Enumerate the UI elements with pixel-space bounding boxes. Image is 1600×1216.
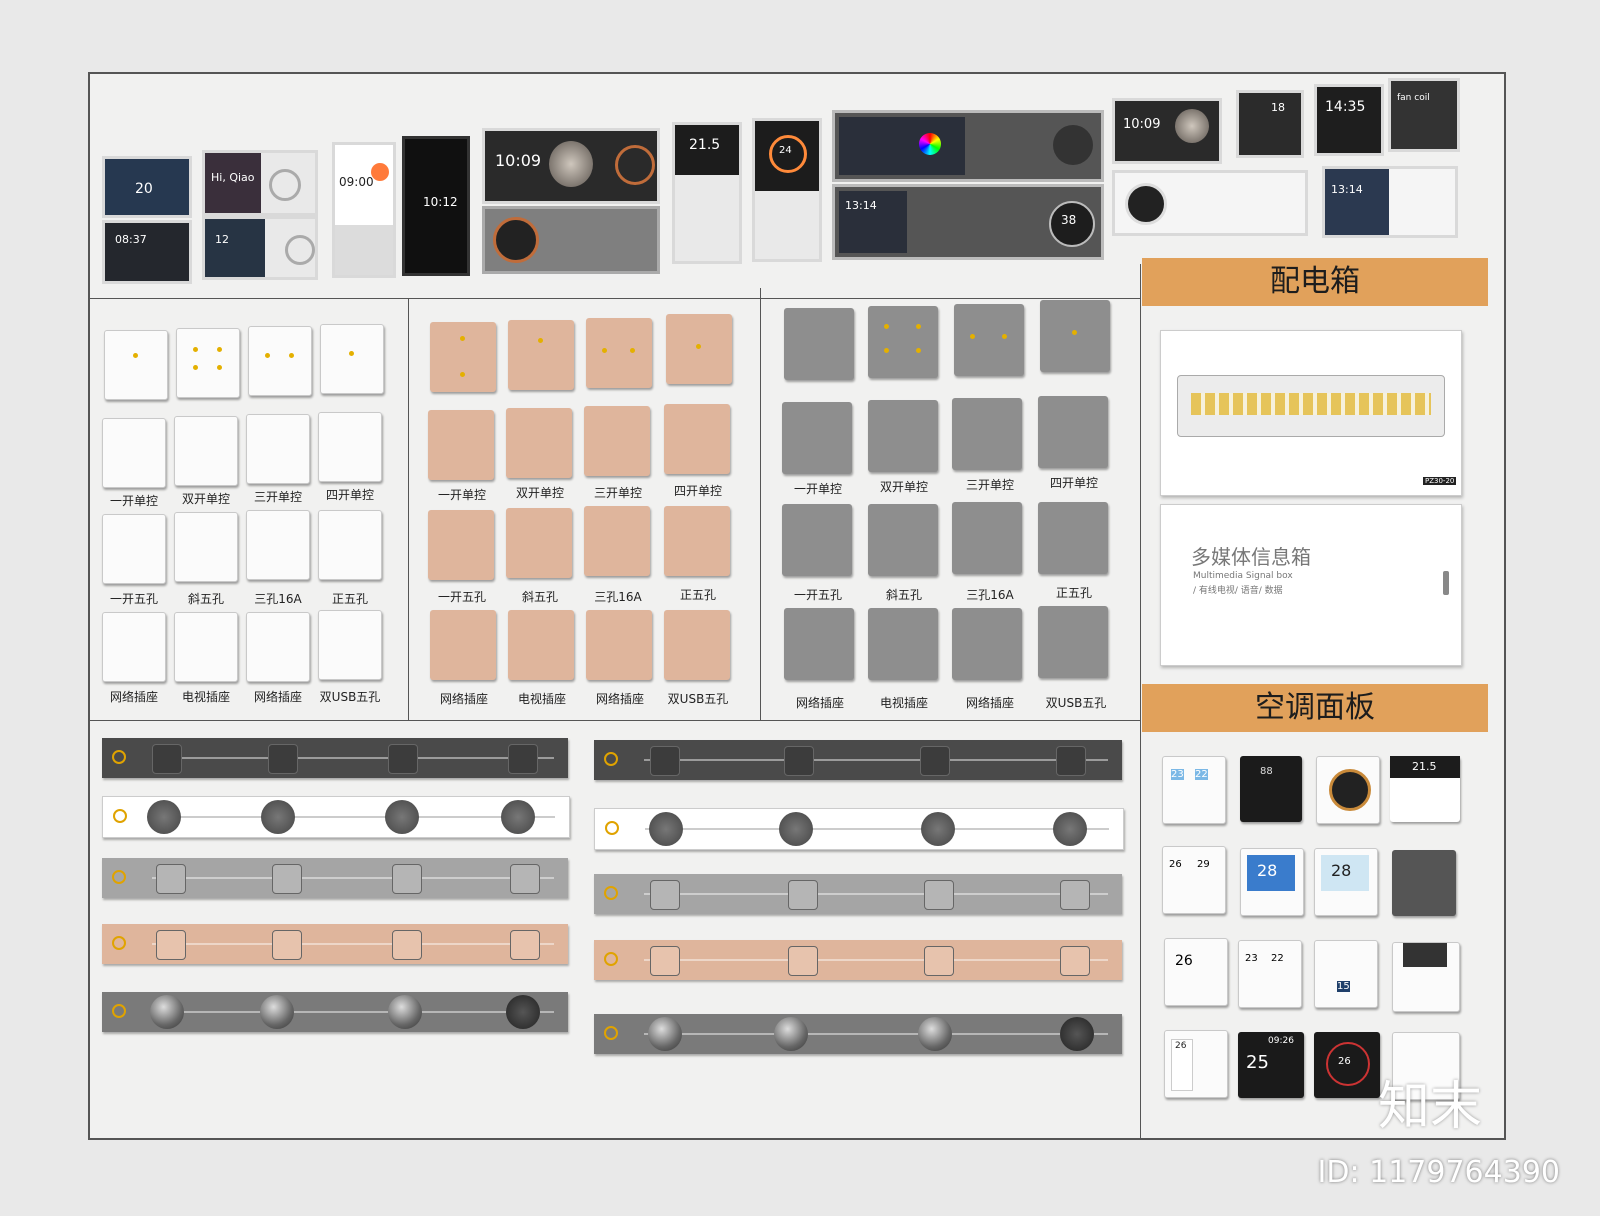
panel-display: 13:14: [1331, 183, 1363, 196]
panel-display: 09:00: [339, 175, 374, 189]
socket-label: 正五孔: [679, 588, 716, 602]
panel-display: Hi, Qiao: [211, 171, 255, 184]
smart-panel-4: 12: [202, 216, 318, 280]
switch-label: 三开单控: [965, 478, 1014, 492]
data-socket-label: 网络插座: [253, 690, 302, 704]
divider: [90, 298, 1140, 299]
switch-label: 一开单控: [437, 488, 486, 502]
panel-display: 10:12: [423, 195, 458, 209]
switch-label: 一开单控: [793, 482, 842, 496]
smart-panel-16: 14:35: [1314, 84, 1384, 156]
image-id: ID: 1179764390: [1317, 1155, 1560, 1190]
data-socket-label: 电视插座: [879, 696, 928, 710]
catalog-board: 20 08:37 Hi, Qiao 12 09:00 10:12 10:09 2…: [88, 72, 1506, 1140]
socket-label: 一开五孔: [109, 592, 158, 606]
socket-label: 正五孔: [1055, 586, 1092, 600]
socket-label: 三孔16A: [594, 590, 642, 604]
switch-label: 四开单控: [1049, 476, 1098, 490]
smart-panel-1: 20: [102, 156, 192, 218]
socket-label: 一开五孔: [437, 590, 486, 604]
panel-display: 20: [135, 181, 153, 197]
switch-label: 三开单控: [253, 490, 302, 504]
smart-panel-17: fan coil: [1388, 78, 1460, 152]
box-model: PZ30-20: [1423, 477, 1457, 485]
smart-panel-14: [1112, 170, 1308, 236]
smart-panel-10: 24: [752, 118, 822, 262]
panel-display: fan coil: [1397, 93, 1430, 103]
distribution-box: PZ30-20: [1160, 330, 1462, 496]
switch-label: 四开单控: [673, 484, 722, 498]
data-socket-label: 电视插座: [181, 690, 230, 704]
data-socket-label: 网络插座: [109, 690, 158, 704]
multimedia-subtitle-2: / 有线电视/ 语音/ 数据: [1193, 586, 1283, 596]
divider: [760, 288, 761, 720]
smart-panel-15: 18: [1236, 90, 1304, 158]
smart-panel-7: 10:09: [482, 128, 660, 204]
panel-display: 38: [1061, 213, 1077, 227]
data-socket-label: 网络插座: [439, 692, 488, 706]
data-socket-label: 双USB五孔: [1045, 696, 1107, 710]
switch-label: 四开单控: [325, 488, 374, 502]
smart-panel-9: 21.5: [672, 122, 742, 264]
panel-display: 10:09: [1123, 117, 1161, 132]
data-socket-label: 电视插座: [517, 692, 566, 706]
multimedia-subtitle: Multimedia Signal box: [1193, 571, 1293, 581]
socket-label: 正五孔: [331, 592, 368, 606]
smart-panel-3: Hi, Qiao: [202, 150, 318, 216]
data-socket-label: 网络插座: [965, 696, 1014, 710]
divider: [408, 298, 409, 720]
smart-panel-13: 10:09: [1112, 98, 1222, 164]
data-socket-label: 网络插座: [795, 696, 844, 710]
smart-panel-12: 13:14 38: [832, 184, 1104, 260]
socket-label: 一开五孔: [793, 588, 842, 602]
multimedia-box: 多媒体信息箱 Multimedia Signal box / 有线电视/ 语音/…: [1160, 504, 1462, 666]
panel-display: 18: [1271, 101, 1285, 114]
socket-label: 斜五孔: [187, 592, 224, 606]
smart-panel-18: 13:14: [1322, 166, 1458, 238]
watermark-logo: 知末: [1378, 1077, 1483, 1137]
smart-panel-5: 09:00: [332, 142, 396, 278]
switch-label: 一开单控: [109, 494, 158, 508]
ac-panel-header: 空调面板: [1142, 684, 1488, 732]
switch-label: 双开单控: [879, 480, 928, 494]
socket-label: 三孔16A: [254, 592, 302, 606]
multimedia-title: 多媒体信息箱: [1191, 545, 1311, 569]
socket-label: 斜五孔: [521, 590, 558, 604]
smart-panel-11: [832, 110, 1104, 182]
panel-display: 21.5: [689, 137, 721, 153]
panel-display: 13:14: [845, 199, 877, 212]
switch-label: 三开单控: [593, 486, 642, 500]
distribution-box-header: 配电箱: [1142, 258, 1488, 306]
panel-display: 24: [779, 145, 792, 156]
panel-display: 14:35: [1325, 99, 1366, 115]
panel-display: 08:37: [115, 233, 147, 246]
switch-label: 双开单控: [515, 486, 564, 500]
smart-panel-8: [482, 206, 660, 274]
divider: [90, 720, 1140, 721]
socket-label: 斜五孔: [885, 588, 922, 602]
data-socket-label: 网络插座: [595, 692, 644, 706]
data-socket-label: 双USB五孔: [667, 692, 729, 706]
socket-label: 三孔16A: [966, 588, 1014, 602]
panel-display: 12: [215, 233, 229, 246]
divider: [1140, 264, 1141, 1140]
panel-display: 10:09: [495, 151, 542, 170]
smart-panel-2: 08:37: [102, 220, 192, 284]
smart-panel-6: 10:12: [402, 136, 470, 276]
data-socket-label: 双USB五孔: [319, 690, 381, 704]
switch-label: 双开单控: [181, 492, 230, 506]
